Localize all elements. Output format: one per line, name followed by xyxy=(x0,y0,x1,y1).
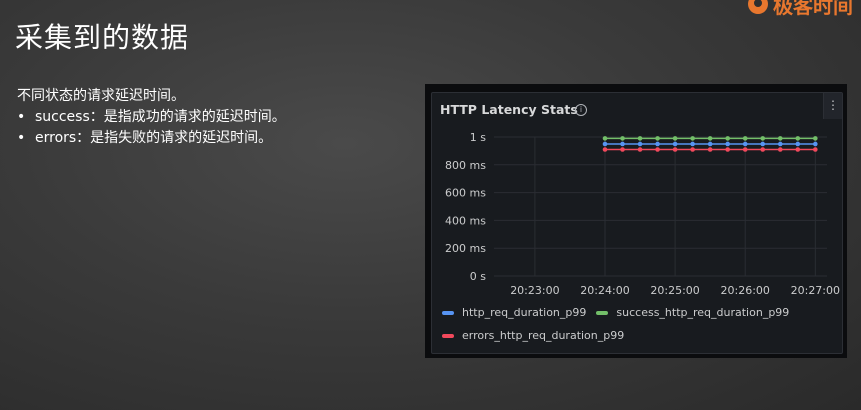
data-point xyxy=(777,136,783,141)
brand-logo: 极客时间 xyxy=(748,0,853,18)
data-point xyxy=(777,141,783,147)
x-tick-label: 20:26:00 xyxy=(721,284,770,297)
data-point xyxy=(742,136,748,141)
chart-legend: http_req_duration_p99 success_http_req_du… xyxy=(442,305,832,351)
data-point xyxy=(777,147,783,152)
data-point xyxy=(813,147,818,152)
legend-item[interactable]: success_http_req_duration_p99 xyxy=(596,306,789,320)
data-point xyxy=(602,141,608,147)
y-tick-label: 0 s xyxy=(470,270,486,283)
data-point xyxy=(725,136,730,141)
data-point xyxy=(620,136,625,141)
y-tick-label: 600 ms xyxy=(445,187,486,200)
legend-label: errors_http_req_duration_p99 xyxy=(462,329,625,342)
slide-title: 采集到的数据 xyxy=(15,21,190,54)
y-tick-label: 200 ms xyxy=(445,242,486,255)
grafana-panel-frame: HTTP Latency Stats i ⋮ 1 s 800 ms 600 ms 40… xyxy=(425,84,847,358)
legend-swatch xyxy=(596,311,609,315)
bullet-list: success：是指成功的请求的延迟时间。 errors：是指失败的请求的延迟时… xyxy=(17,107,286,149)
data-point xyxy=(725,147,730,152)
y-tick-label: 1 s xyxy=(470,131,486,144)
data-point xyxy=(707,141,713,147)
bullet-success: success：是指成功的请求的延迟时间。 xyxy=(17,107,286,128)
data-point xyxy=(725,141,730,147)
data-point xyxy=(602,136,608,141)
data-point xyxy=(795,141,801,147)
legend-label: success_http_req_duration_p99 xyxy=(616,306,790,319)
data-point xyxy=(637,147,643,152)
data-point xyxy=(795,136,801,141)
data-point xyxy=(690,136,695,141)
data-point xyxy=(760,136,766,141)
x-tick-label: 20:25:00 xyxy=(650,284,699,297)
legend-item[interactable]: errors_http_req_duration_p99 xyxy=(442,329,624,343)
data-point xyxy=(620,147,625,152)
data-point xyxy=(813,141,818,147)
y-tick-label: 400 ms xyxy=(445,214,486,227)
data-point xyxy=(795,147,801,152)
data-point xyxy=(690,147,695,152)
brand-logo-text: 极客时间 xyxy=(773,0,853,18)
legend-item[interactable]: http_req_duration_p99 xyxy=(442,306,586,320)
latency-chart: 1 s 800 ms 600 ms 400 ms 200 ms 0 s 20:23:00 20… xyxy=(445,131,840,297)
data-point xyxy=(707,147,713,152)
data-point xyxy=(620,141,625,147)
brand-logo-icon xyxy=(748,0,768,14)
y-tick-label: 800 ms xyxy=(445,159,486,172)
data-point xyxy=(690,141,695,147)
bullet-errors: errors：是指失败的请求的延迟时间。 xyxy=(17,128,286,149)
data-point xyxy=(760,141,766,147)
grafana-panel: HTTP Latency Stats i ⋮ 1 s 800 ms 600 ms 40… xyxy=(431,92,843,354)
x-tick-label: 20:27:00 xyxy=(791,284,840,297)
data-point xyxy=(655,136,660,141)
data-point xyxy=(672,147,678,152)
legend-label: http_req_duration_p99 xyxy=(462,306,587,319)
data-point xyxy=(742,141,748,147)
data-point xyxy=(672,141,678,147)
data-point xyxy=(602,147,608,152)
intro-text: 不同状态的请求延迟时间。 xyxy=(17,88,185,104)
slide-body: 不同状态的请求延迟时间。 success：是指成功的请求的延迟时间。 error… xyxy=(17,86,286,149)
data-point xyxy=(672,136,678,141)
data-point xyxy=(707,136,713,141)
data-point xyxy=(655,141,660,147)
x-tick-label: 20:24:00 xyxy=(580,284,629,297)
legend-swatch xyxy=(442,311,454,315)
data-point xyxy=(742,147,748,152)
data-point xyxy=(760,147,766,152)
x-tick-label: 20:23:00 xyxy=(510,284,559,297)
data-point xyxy=(637,136,643,141)
legend-swatch xyxy=(442,334,454,338)
data-point xyxy=(655,147,660,152)
data-point xyxy=(637,141,643,147)
data-point xyxy=(813,136,818,141)
